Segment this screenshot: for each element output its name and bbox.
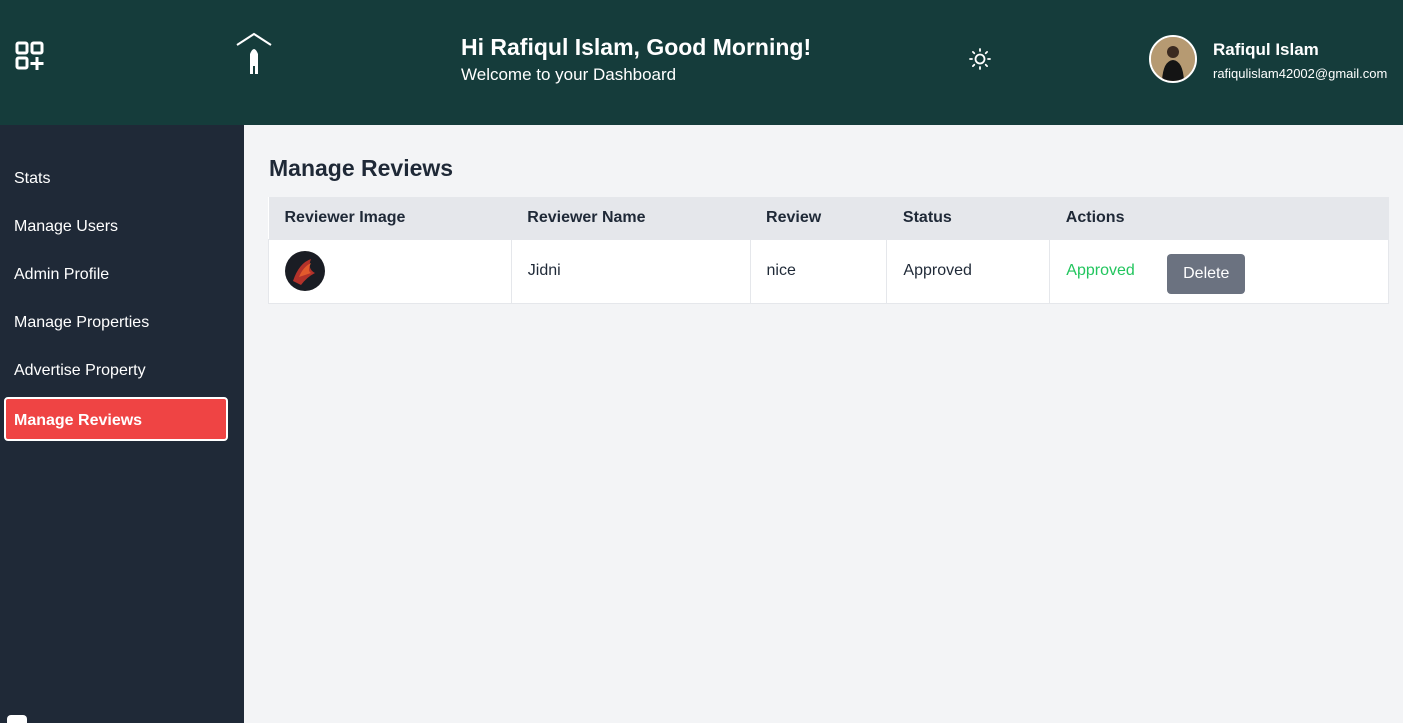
main-content: Manage Reviews Reviewer Image Reviewer N… (244, 125, 1403, 723)
actions-cell: Approved Delete (1049, 238, 1389, 304)
column-header-reviewer-image: Reviewer Image (268, 197, 512, 239)
house-logo-icon[interactable] (234, 32, 274, 78)
page-title: Manage Reviews (269, 155, 454, 181)
greeting-title: Hi Rafiqul Islam, Good Morning! (461, 34, 812, 60)
sidebar-toggle[interactable] (7, 715, 27, 723)
sidebar: Stats Manage Users Admin Profile Manage … (0, 125, 244, 723)
approved-status-label: Approved (1066, 262, 1135, 280)
header: Hi Rafiqul Islam, Good Morning! Welcome … (0, 0, 1403, 125)
delete-button[interactable]: Delete (1167, 254, 1246, 294)
reviewer-image-cell (268, 238, 512, 304)
column-header-review: Review (750, 197, 887, 239)
sidebar-item-manage-users[interactable]: Manage Users (4, 203, 228, 247)
user-name: Rafiqul Islam (1213, 40, 1319, 59)
sidebar-item-stats[interactable]: Stats (4, 155, 228, 199)
column-header-actions: Actions (1049, 197, 1389, 239)
column-header-status: Status (886, 197, 1050, 239)
reviewer-name-cell: Jidni (510, 238, 751, 304)
column-header-reviewer-name: Reviewer Name (511, 197, 751, 239)
greeting: Hi Rafiqul Islam, Good Morning! Welcome … (461, 33, 811, 87)
user-email: rafiqulislam42002@gmail.com (1213, 66, 1388, 81)
status-cell: Approved (886, 238, 1051, 304)
sidebar-item-manage-properties[interactable]: Manage Properties (4, 299, 228, 343)
table-header-row: Reviewer Image Reviewer Name Review Stat… (268, 197, 1389, 239)
sidebar-item-admin-profile[interactable]: Admin Profile (4, 251, 228, 295)
reviews-table: Reviewer Image Reviewer Name Review Stat… (268, 197, 1389, 304)
sidebar-item-advertise-property[interactable]: Advertise Property (4, 347, 228, 391)
greeting-subtitle: Welcome to your Dashboard (461, 65, 677, 84)
sun-icon[interactable] (968, 47, 992, 71)
apps-add-icon[interactable] (14, 40, 46, 72)
reviewer-avatar (285, 251, 325, 291)
table-row: Jidni nice Approved Approved Delete (268, 238, 1389, 304)
avatar[interactable] (1149, 35, 1197, 83)
review-cell: nice (749, 238, 888, 304)
sidebar-item-manage-reviews[interactable]: Manage Reviews (4, 397, 228, 441)
